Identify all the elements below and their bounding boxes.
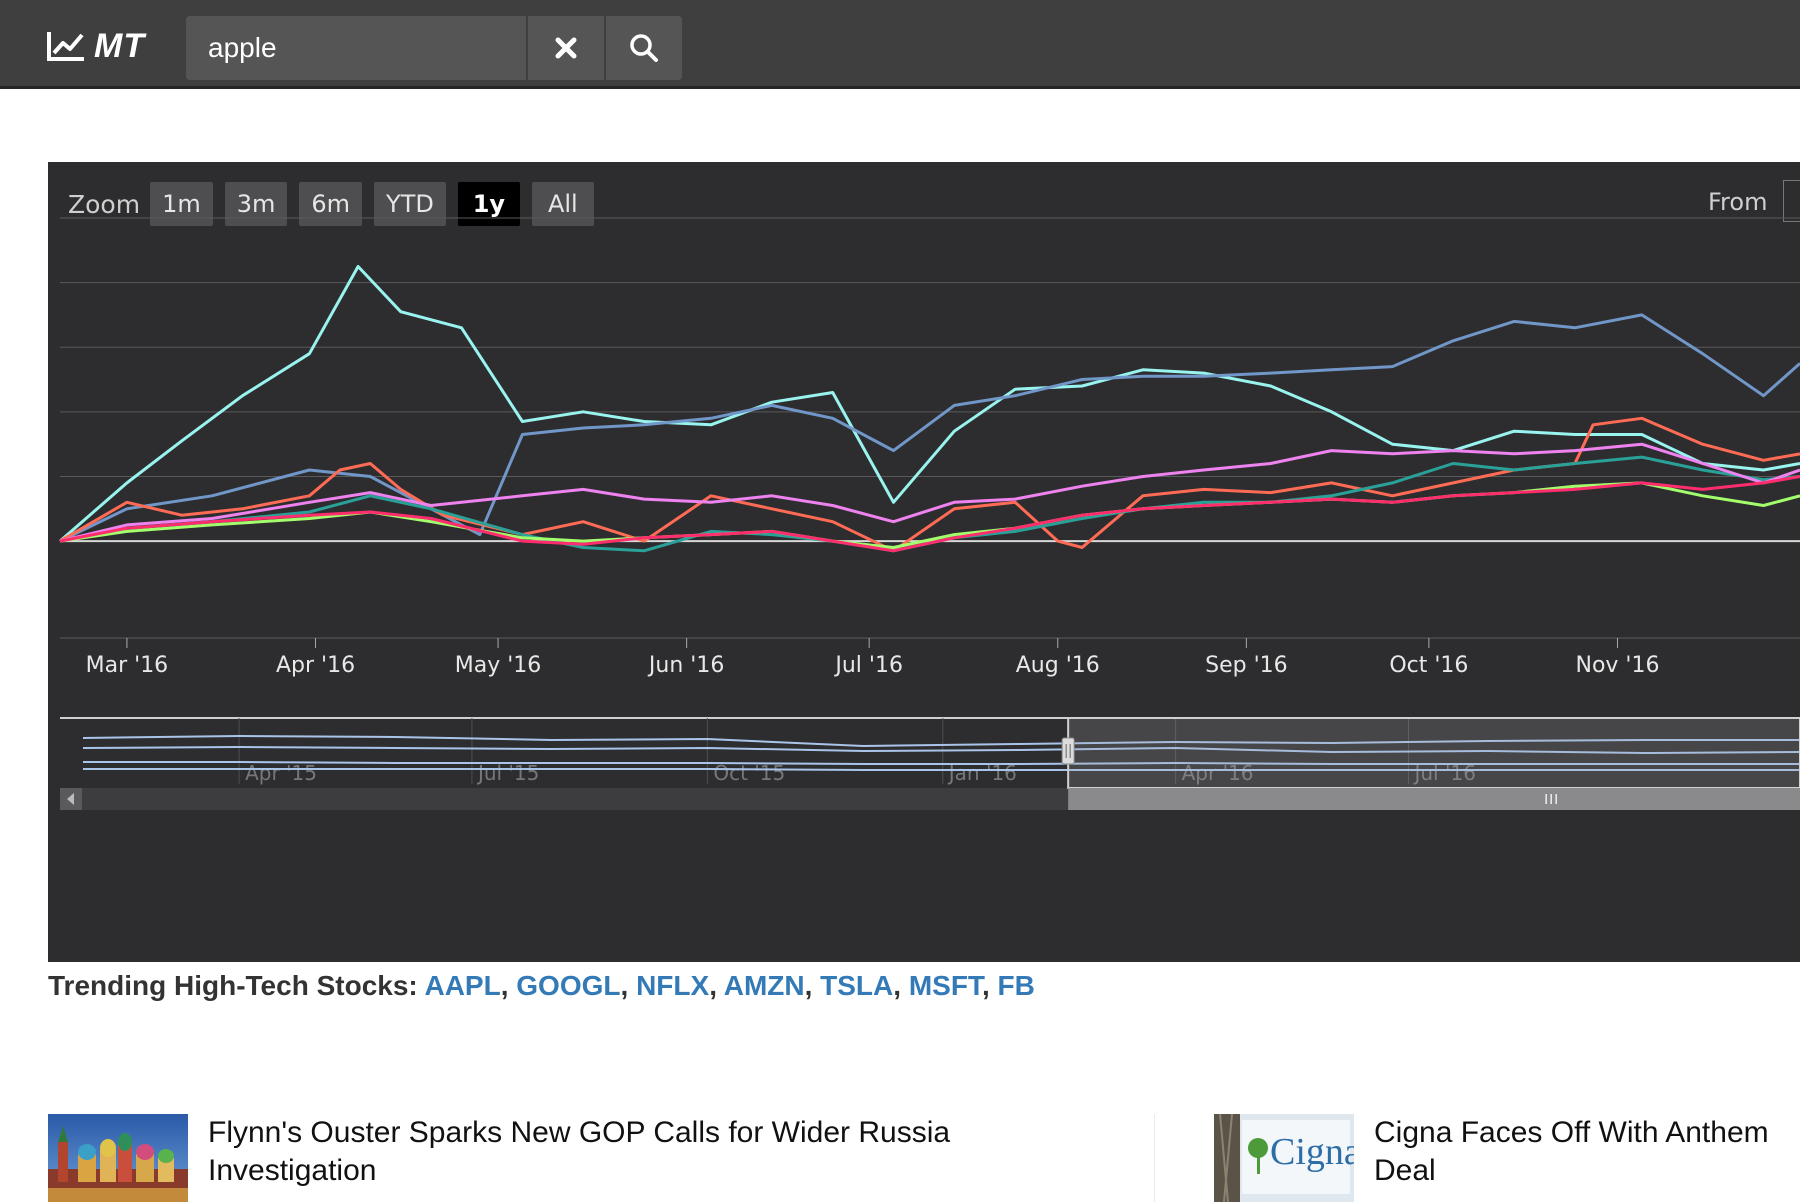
search-button[interactable] bbox=[606, 16, 682, 80]
navigator-tick-label: Oct '15 bbox=[713, 761, 785, 785]
x-tick-label: Oct '16 bbox=[1389, 653, 1468, 678]
x-tick-label: Aug '16 bbox=[1016, 653, 1100, 678]
ticker-link-nflx[interactable]: NFLX bbox=[636, 970, 709, 1001]
series-line-3 bbox=[59, 416, 1800, 553]
news-headline-line: Investigation bbox=[208, 1154, 377, 1187]
ticker-link-msft[interactable]: MSFT bbox=[909, 970, 982, 1001]
trending-label: Trending High-Tech Stocks: bbox=[48, 970, 418, 1001]
x-tick-label: Jun '16 bbox=[647, 653, 724, 678]
x-axis: Mar '16 Apr '16 May '16 Jun '16 Jul '16 Aug '… bbox=[86, 638, 1659, 678]
x-tick-label: May '16 bbox=[455, 653, 542, 678]
news-headline[interactable]: Flynn's Ouster Sparks New GOP Calls for … bbox=[208, 1114, 950, 1190]
news-divider bbox=[1154, 1114, 1155, 1202]
top-navigation-bar: MT bbox=[0, 0, 1800, 89]
logo-text: MT bbox=[94, 26, 146, 65]
trending-stocks: Trending High-Tech Stocks: AAPL, GOOGL, … bbox=[48, 970, 1035, 1001]
chart-gridlines bbox=[60, 217, 1800, 639]
news-headline-line: Flynn's Ouster Sparks New GOP Calls for … bbox=[208, 1116, 951, 1149]
line-chart-icon bbox=[46, 29, 86, 63]
search-icon bbox=[629, 33, 659, 63]
search-input[interactable] bbox=[186, 16, 506, 80]
ticker-link-tsla[interactable]: TSLA bbox=[820, 970, 893, 1001]
main-line-chart[interactable]: Mar '16 Apr '16 May '16 Jun '16 Jul '16 Aug '… bbox=[48, 162, 1800, 962]
close-icon bbox=[554, 36, 578, 60]
search-box bbox=[186, 16, 526, 80]
x-tick-label: Mar '16 bbox=[86, 653, 169, 678]
navigator-selection bbox=[1067, 717, 1800, 789]
ticker-link-fb[interactable]: FB bbox=[998, 970, 1035, 1001]
ticker-link-aapl[interactable]: AAPL bbox=[424, 970, 500, 1001]
navigator: Apr '15Jul '15Oct '15Jan '16Apr '16Jul '… bbox=[60, 717, 1800, 810]
news-thumbnail-cigna[interactable]: Cigna bbox=[1214, 1114, 1354, 1202]
navigator-tick-label: Apr '15 bbox=[245, 761, 317, 785]
series-line-2 bbox=[59, 313, 1800, 543]
news-headline[interactable]: Cigna Faces Off With Anthem Deal bbox=[1374, 1114, 1769, 1190]
x-tick-label: Jul '16 bbox=[833, 653, 903, 678]
cigna-logo-text: Cigna bbox=[1270, 1131, 1354, 1173]
x-tick-label: Nov '16 bbox=[1575, 653, 1659, 678]
scrollbar-thumb bbox=[1068, 788, 1800, 810]
news-headline-line: Deal bbox=[1374, 1154, 1436, 1187]
ticker-link-amzn[interactable]: AMZN bbox=[724, 970, 805, 1001]
stock-chart-panel: Zoom 1m 3m 6m YTD 1y All From Mar '16 Apr… bbox=[48, 162, 1800, 962]
navigator-left-handle bbox=[1061, 737, 1075, 765]
x-tick-label: Sep '16 bbox=[1205, 653, 1288, 678]
ticker-link-googl[interactable]: GOOGL bbox=[516, 970, 620, 1001]
series-group bbox=[59, 265, 1800, 553]
logo[interactable]: MT bbox=[46, 26, 145, 66]
clear-search-button[interactable] bbox=[528, 16, 604, 80]
news-thumbnail-kremlin[interactable] bbox=[48, 1114, 188, 1202]
x-tick-label: Apr '16 bbox=[276, 653, 355, 678]
news-card[interactable]: Flynn's Ouster Sparks New GOP Calls for … bbox=[48, 1114, 1148, 1202]
news-card[interactable]: Cigna Cigna Faces Off With Anthem Deal bbox=[1214, 1114, 1800, 1202]
navigator-tick-label: Jul '15 bbox=[476, 761, 539, 785]
news-headline-line: Cigna Faces Off With Anthem bbox=[1374, 1116, 1769, 1149]
